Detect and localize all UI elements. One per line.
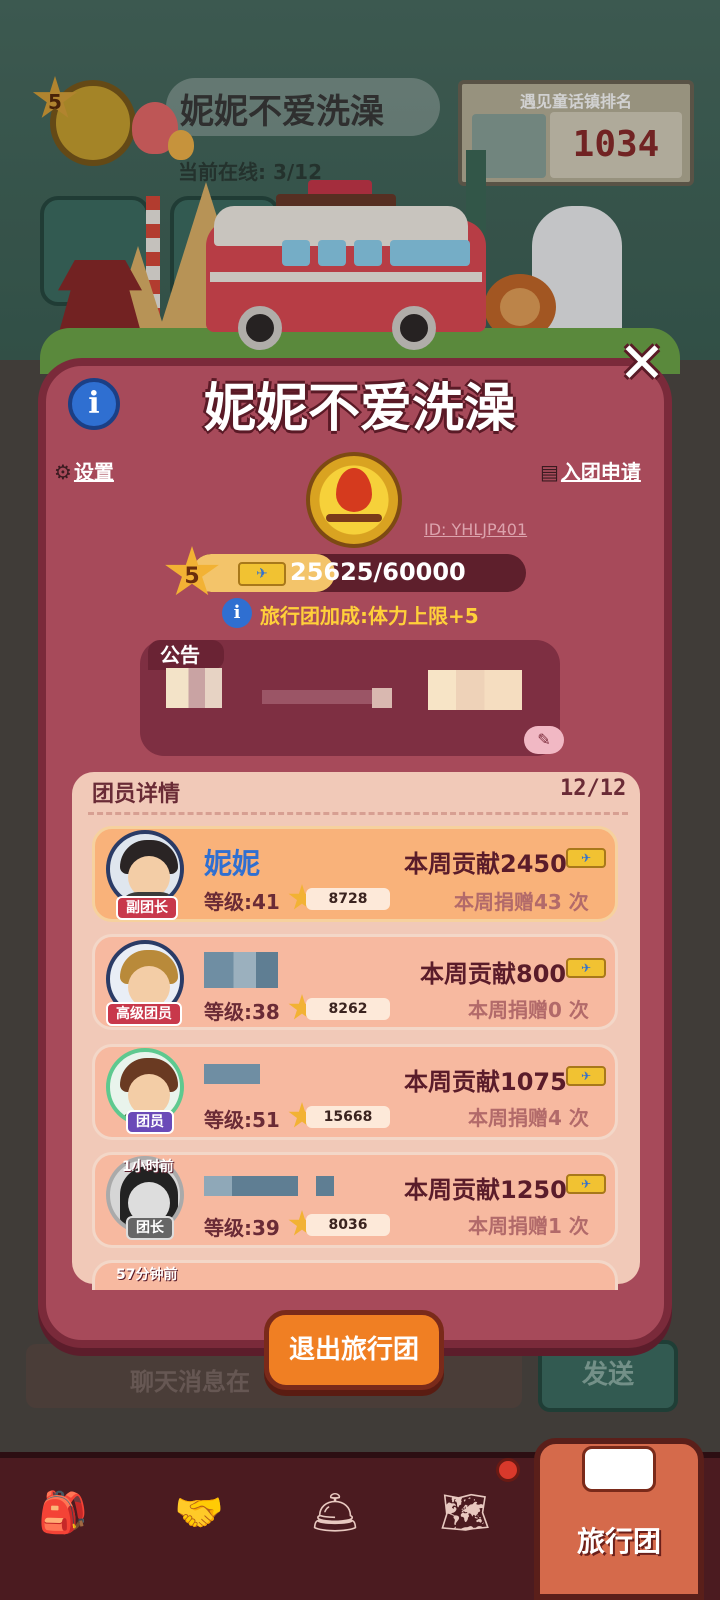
ranking-title: 遇见童话镇排名 bbox=[519, 92, 632, 111]
info-icon: i bbox=[222, 598, 252, 628]
ticket-icon: ✈ bbox=[566, 848, 606, 868]
bus-window bbox=[390, 240, 470, 266]
gear-icon: ⚙ bbox=[54, 460, 72, 484]
bg-team-name: 妮妮不爱洗澡 bbox=[180, 92, 384, 132]
notice-label: 公告 bbox=[148, 640, 224, 670]
notification-dot bbox=[496, 1458, 520, 1482]
role-badge: 副团长 bbox=[116, 896, 178, 920]
obscured-notice-text bbox=[428, 670, 522, 710]
role-badge: 高级团员 bbox=[106, 1002, 182, 1026]
obscured-member-name bbox=[204, 1064, 260, 1084]
members-title: 团员详情 bbox=[92, 782, 181, 807]
bus-window bbox=[354, 240, 382, 266]
bonus-text: 旅行团加成:体力上限+5 bbox=[260, 604, 479, 628]
balloon-decoration bbox=[168, 130, 194, 160]
ticket-icon: ✈ bbox=[238, 562, 286, 586]
edit-notice-icon[interactable]: ✎ bbox=[524, 726, 564, 754]
obscured-notice-text bbox=[372, 688, 392, 708]
member-points: 8728 bbox=[306, 888, 390, 910]
send-button[interactable]: 发送 bbox=[538, 1340, 678, 1412]
member-level: 等级:38 bbox=[204, 1000, 280, 1024]
document-icon: ▤ bbox=[540, 460, 559, 484]
ranking-value: 1034 bbox=[550, 112, 682, 178]
ticket-icon: ✈ bbox=[566, 958, 606, 978]
role-badge: 团员 bbox=[126, 1110, 174, 1134]
member-points: 15668 bbox=[306, 1106, 390, 1128]
nav-tab-label: 旅行团 bbox=[576, 1525, 661, 1558]
last-online-time: 1小时前 bbox=[122, 1159, 174, 1175]
member-points: 8036 bbox=[306, 1214, 390, 1236]
member-weekly-contribution: 本周贡献800 bbox=[420, 960, 567, 988]
member-level: 等级:39 bbox=[204, 1216, 280, 1240]
last-online-time: 57分钟前 bbox=[116, 1267, 178, 1283]
settings-label: 设置 bbox=[73, 460, 114, 484]
bus-wheel bbox=[392, 306, 436, 350]
map-icon[interactable]: 🗺 bbox=[430, 1478, 500, 1548]
pagoda-decoration bbox=[58, 260, 142, 336]
member-weekly-contribution: 本周贡献1075 bbox=[404, 1068, 567, 1096]
bell-icon[interactable]: 🛎 bbox=[300, 1478, 370, 1548]
exit-team-button[interactable]: 退出旅行团 bbox=[264, 1310, 444, 1390]
role-badge: 团长 bbox=[126, 1216, 174, 1240]
obscured-member-name bbox=[204, 1176, 298, 1196]
obscured-member-name bbox=[204, 952, 278, 988]
member-name: 妮妮 bbox=[204, 847, 261, 880]
bag-icon[interactable]: 🎒 bbox=[28, 1478, 98, 1548]
member-donations: 本周捐赠4 次 bbox=[468, 1106, 589, 1130]
member-level: 等级:41 bbox=[204, 890, 280, 914]
bus-wheel bbox=[238, 306, 282, 350]
apply-label: 入团申请 bbox=[560, 460, 641, 484]
obscured-member-name bbox=[316, 1176, 334, 1196]
bus-window bbox=[282, 240, 310, 266]
member-weekly-contribution: 本周贡献1250 bbox=[404, 1176, 567, 1204]
members-count: 12/12 bbox=[560, 776, 627, 801]
member-level: 等级:51 bbox=[204, 1108, 280, 1132]
info-icon[interactable]: i bbox=[68, 378, 120, 430]
handshake-icon[interactable]: 🤝 bbox=[164, 1478, 234, 1548]
close-icon[interactable]: ✕ bbox=[614, 336, 670, 392]
ticket-icon: ✈ bbox=[566, 1174, 606, 1194]
lion-face bbox=[500, 288, 540, 326]
campfire-icon bbox=[336, 468, 372, 512]
bg-online-count: 当前在线: 3/12 bbox=[178, 160, 323, 184]
ranking-board[interactable]: 遇见童话镇排名 1034 bbox=[458, 80, 694, 186]
member-points: 8262 bbox=[306, 998, 390, 1020]
member-donations: 本周捐赠1 次 bbox=[468, 1214, 589, 1238]
bus-window bbox=[318, 240, 346, 266]
chat-placeholder: 聊天消息在 bbox=[130, 1368, 250, 1396]
divider bbox=[88, 812, 628, 815]
apply-link[interactable]: ▤ 入团申请 bbox=[540, 456, 641, 485]
xp-text: 25625/60000 bbox=[290, 558, 466, 586]
member-donations: 本周捐赠43 次 bbox=[454, 890, 589, 914]
member-donations: 本周捐赠0 次 bbox=[468, 998, 589, 1022]
ticket-icon: ✈ bbox=[566, 1066, 606, 1086]
obscured-notice-text bbox=[166, 668, 222, 708]
obscured-notice-text bbox=[262, 690, 372, 704]
campfire-log bbox=[326, 514, 382, 522]
settings-link[interactable]: ⚙ 设置 bbox=[54, 456, 114, 485]
bus-icon bbox=[582, 1446, 656, 1492]
team-id: ID: YHLJP401 bbox=[424, 520, 528, 539]
bus-stripe bbox=[210, 272, 482, 282]
member-weekly-contribution: 本周贡献2450 bbox=[404, 850, 567, 878]
